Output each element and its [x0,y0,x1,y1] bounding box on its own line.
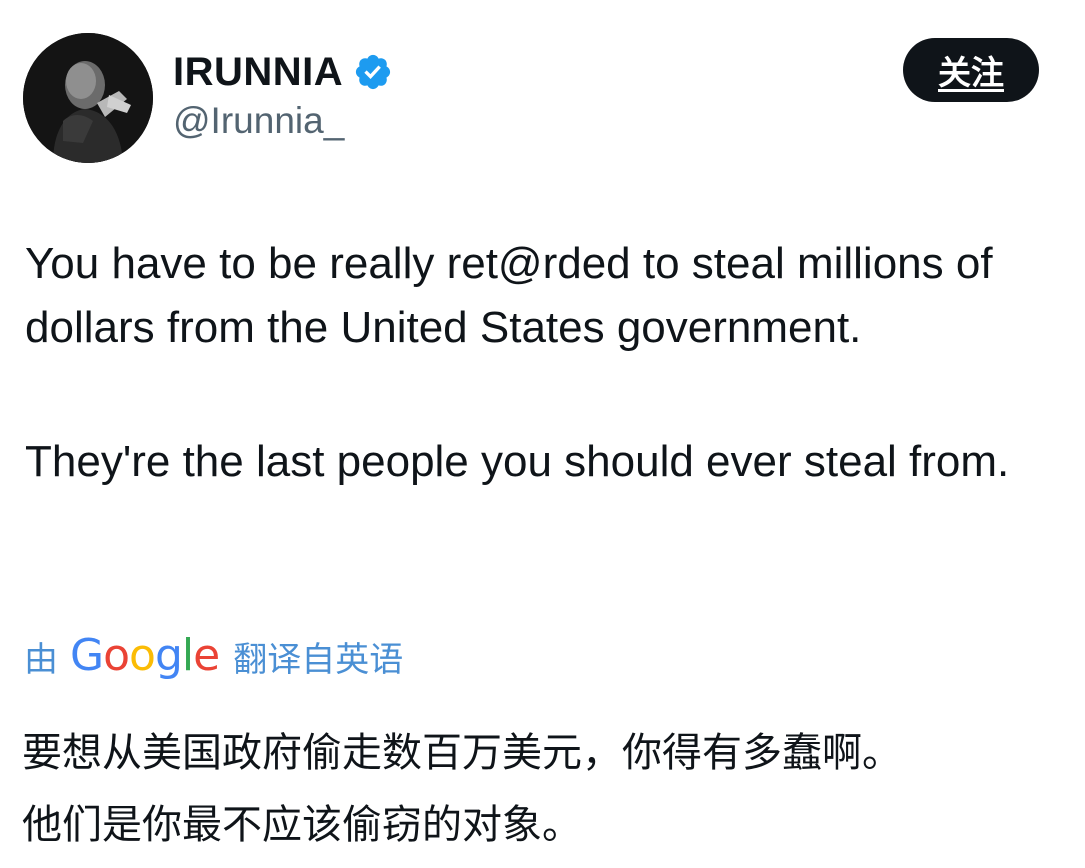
translation-source-label: 翻译自英语 [233,639,404,680]
follow-button[interactable]: 关注 [903,38,1039,102]
tweet-card: IRUNNIA @Irunnia_ 关注 You have to be real… [0,0,1085,868]
avatar-image [23,33,153,163]
author-handle[interactable]: @Irunnia_ [173,100,344,142]
google-logo: Google [70,630,220,681]
avatar[interactable] [23,33,153,163]
author-name-row: IRUNNIA [173,46,393,98]
translation-prefix: 由 [24,639,58,680]
translated-line: 他们是你最不应该偷窃的对象。 [22,802,582,848]
tweet-paragraph: They're the last people you should ever … [25,437,1010,486]
tweet-paragraph: You have to be really ret@rded to steal … [25,239,993,352]
translated-line: 要想从美国政府偷走数百万美元，你得有多蠢啊。 [22,730,902,776]
display-name[interactable]: IRUNNIA [173,50,343,95]
translation-attribution[interactable]: 由 Google 翻译自英语 [24,626,403,686]
verified-check-icon[interactable] [353,52,393,92]
